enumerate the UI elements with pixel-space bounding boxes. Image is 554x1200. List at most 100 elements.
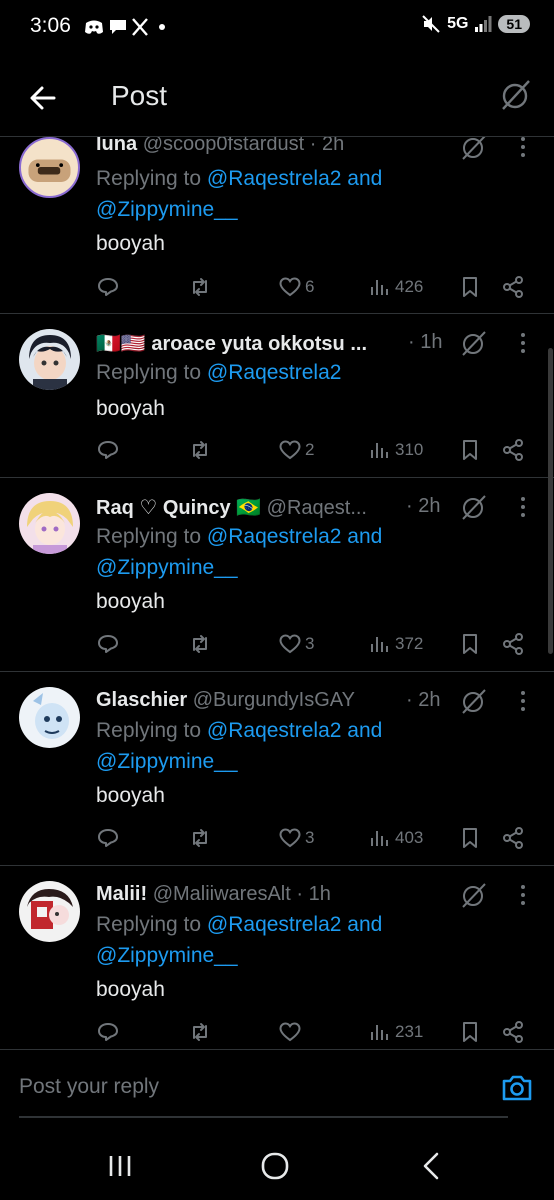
share-button[interactable] [501, 1017, 525, 1047]
reply-post-1[interactable]: luna @scoop0fstardust · 2h Replying to @… [0, 137, 554, 314]
bookmark-icon [463, 828, 477, 848]
share-button[interactable] [501, 823, 525, 853]
more-vertical-icon[interactable] [513, 495, 533, 519]
share-button[interactable] [501, 629, 525, 659]
grok-icon[interactable] [459, 687, 487, 715]
like-button[interactable]: 6 [278, 272, 314, 302]
share-button[interactable] [501, 435, 525, 465]
reply-meta: 🇲🇽🇺🇸 aroace yuta okkotsu ... [96, 331, 442, 356]
reply-post-5[interactable]: Malii! @MaliiwaresAlt · 1h Replying to @… [0, 865, 554, 1050]
handle[interactable]: @scoop0fstardust [143, 137, 305, 155]
mention-link[interactable]: @Raqestrela2 [207, 167, 342, 190]
grok-icon[interactable] [459, 493, 487, 521]
action-bar: 231 [96, 1017, 536, 1047]
more-vertical-icon[interactable] [513, 689, 533, 713]
more-vertical-icon[interactable] [513, 331, 533, 355]
replying-prefix: Replying to [96, 361, 207, 384]
network-label: 5G [447, 15, 469, 32]
mute-icon [422, 15, 440, 33]
avatar[interactable] [19, 881, 80, 942]
status-right: 5G 51 [421, 14, 530, 34]
display-name[interactable]: 🇲🇽🇺🇸 aroace yuta okkotsu ... [96, 333, 367, 355]
repost-button[interactable] [188, 272, 212, 302]
x-logo-icon [132, 18, 148, 36]
recent-apps-icon[interactable] [100, 1146, 140, 1186]
like-button[interactable] [278, 1017, 305, 1047]
like-button[interactable]: 3 [278, 629, 314, 659]
views-button[interactable]: 403 [368, 823, 423, 853]
mention-link[interactable]: @Zippymine__ [96, 944, 238, 967]
bookmark-button[interactable] [458, 435, 482, 465]
mention-link[interactable]: @Zippymine__ [96, 556, 238, 579]
views-button[interactable]: 372 [368, 629, 423, 659]
display-name[interactable]: Malii! [96, 883, 147, 905]
bookmark-button[interactable] [458, 629, 482, 659]
bookmark-icon [463, 1022, 477, 1042]
mention-link[interactable]: @Zippymine__ [96, 750, 238, 773]
more-vertical-icon[interactable] [513, 883, 533, 907]
repost-button[interactable] [188, 1017, 212, 1047]
post-time: · 1h [408, 331, 443, 353]
repost-button[interactable] [188, 823, 212, 853]
share-button[interactable] [501, 272, 525, 302]
grok-icon[interactable] [459, 137, 487, 161]
repost-button[interactable] [188, 435, 212, 465]
avatar[interactable] [19, 329, 80, 390]
home-icon[interactable] [255, 1146, 295, 1186]
reply-button[interactable] [96, 272, 120, 302]
handle[interactable]: @Raqest... [267, 497, 367, 519]
reply-button[interactable] [96, 629, 120, 659]
scrollbar[interactable] [548, 348, 553, 654]
mention-connector: and [341, 167, 383, 190]
reply-post-3[interactable]: Raq ♡ Quincy 🇧🇷 @Raqest... · 2h Replying… [0, 477, 554, 672]
more-vertical-icon[interactable] [513, 137, 533, 159]
avatar[interactable] [19, 687, 80, 748]
reply-post-2[interactable]: 🇲🇽🇺🇸 aroace yuta okkotsu ... · 1h Replyi… [0, 313, 554, 478]
grok-icon[interactable] [498, 78, 532, 112]
display-name[interactable]: Glaschier [96, 689, 187, 711]
display-name[interactable]: luna [96, 137, 137, 155]
avatar[interactable] [19, 137, 80, 198]
battery-indicator: 51 [498, 15, 530, 33]
view-count: 372 [395, 634, 424, 653]
reply-button[interactable] [96, 823, 120, 853]
back-nav-icon[interactable] [412, 1146, 452, 1186]
grok-icon[interactable] [459, 881, 487, 909]
bookmark-button[interactable] [458, 823, 482, 853]
view-count: 231 [395, 1022, 424, 1041]
reply-post-4[interactable]: Glaschier @BurgundyIsGAY · 2h Replying t… [0, 671, 554, 866]
mention-link[interactable]: @Raqestrela2 [207, 361, 342, 384]
reply-bubble-icon [98, 441, 118, 459]
views-button[interactable]: 231 [368, 1017, 423, 1047]
repost-button[interactable] [188, 629, 212, 659]
grok-icon[interactable] [459, 329, 487, 357]
reply-text: booyah [96, 397, 165, 420]
mention-link[interactable]: @Raqestrela2 [207, 913, 342, 936]
arrow-left-icon[interactable] [24, 78, 64, 118]
replying-to: Replying to @Raqestrela2 [96, 357, 476, 388]
camera-icon[interactable] [500, 1071, 534, 1105]
heart-icon [279, 634, 301, 654]
views-button[interactable]: 426 [368, 272, 423, 302]
replying-prefix: Replying to [96, 719, 207, 742]
mention-link[interactable]: @Raqestrela2 [207, 719, 342, 742]
reply-bubble-icon [98, 635, 118, 653]
like-button[interactable]: 3 [278, 823, 314, 853]
bookmark-button[interactable] [458, 1017, 482, 1047]
reply-button[interactable] [96, 1017, 120, 1047]
chat-bubble-icon [110, 20, 126, 34]
bookmark-button[interactable] [458, 272, 482, 302]
heart-icon [279, 828, 301, 848]
reply-input[interactable] [19, 1071, 479, 1103]
mention-link[interactable]: @Zippymine__ [96, 198, 238, 221]
avatar[interactable] [19, 493, 80, 554]
views-button[interactable]: 310 [368, 435, 423, 465]
mention-link[interactable]: @Raqestrela2 [207, 525, 342, 548]
display-name[interactable]: Raq ♡ Quincy 🇧🇷 [96, 497, 261, 519]
handle[interactable]: @MaliiwaresAlt [153, 883, 291, 905]
mention-connector: and [341, 913, 383, 936]
like-button[interactable]: 2 [278, 435, 314, 465]
reply-button[interactable] [96, 435, 120, 465]
handle[interactable]: @BurgundyIsGAY [193, 689, 355, 711]
replying-to: Replying to @Raqestrela2 and @Zippymine_… [96, 521, 476, 583]
